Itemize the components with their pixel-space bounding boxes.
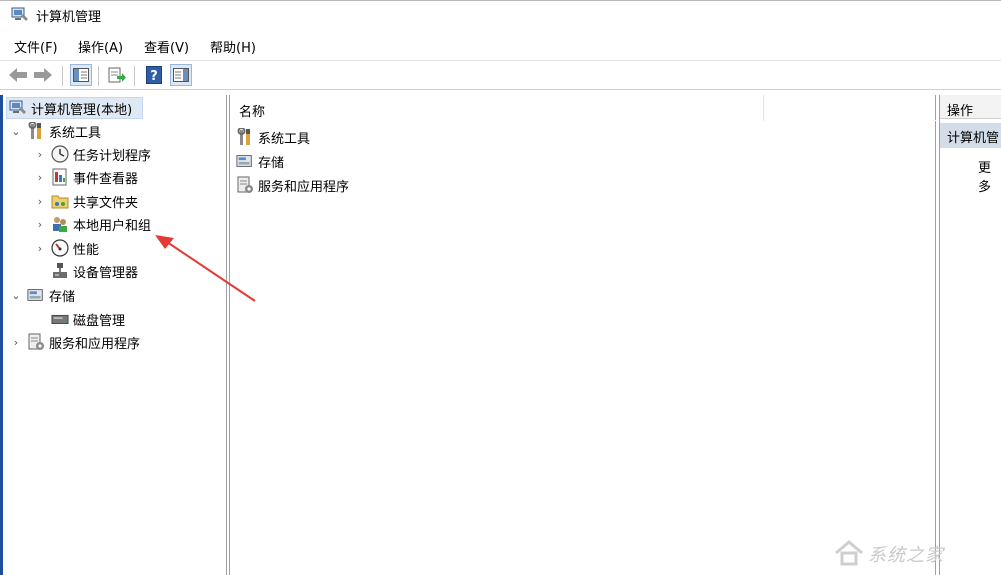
device-manager-icon	[51, 262, 69, 280]
show-hide-tree-icon	[73, 68, 89, 82]
chevron-right-icon[interactable]: ›	[33, 241, 47, 255]
column-header-name[interactable]: 名称	[239, 101, 265, 120]
tools-icon	[236, 128, 254, 146]
storage-icon	[27, 286, 45, 304]
menu-action[interactable]: 操作(A)	[78, 37, 123, 56]
help-button[interactable]: ?	[143, 64, 165, 86]
red-arrow-annotation	[155, 235, 256, 302]
services-icon	[236, 176, 254, 194]
menu-view[interactable]: 查看(V)	[144, 37, 189, 56]
export-list-icon	[108, 67, 126, 83]
toolbar: ?	[0, 60, 1001, 90]
shared-folder-icon	[51, 192, 69, 210]
toolbar-separator	[62, 66, 63, 86]
services-icon	[27, 333, 45, 351]
tree-item-computer-management[interactable]: 计算机管理(本地)	[6, 97, 143, 119]
export-list-button[interactable]	[106, 64, 128, 86]
tree-item-services-apps[interactable]: › 服务和应用程序	[9, 331, 140, 353]
list-item-label: 服务和应用程序	[258, 179, 350, 195]
list-item[interactable]: 服务和应用程序	[236, 174, 349, 196]
chevron-right-icon[interactable]: ›	[33, 170, 47, 184]
tree-item-shared-folders[interactable]: › 共享文件夹	[33, 190, 138, 212]
chevron-right-icon[interactable]: ›	[9, 335, 23, 349]
tree-item-local-users-groups[interactable]: › 本地用户和组	[33, 213, 151, 235]
tree-item-label: 共享文件夹	[73, 195, 139, 211]
tree-item-label: 存储	[49, 289, 76, 305]
chevron-right-icon[interactable]: ›	[33, 147, 47, 161]
svg-text:?: ?	[150, 69, 158, 84]
actions-header: 操作	[940, 95, 1001, 119]
show-hide-action-pane-icon	[173, 68, 189, 82]
chevron-down-icon[interactable]: ⌄	[9, 124, 23, 138]
disk-icon	[51, 310, 69, 328]
tree-item-system-tools[interactable]: ⌄ 系统工具	[9, 120, 101, 142]
tree-item-storage[interactable]: ⌄ 存储	[9, 284, 75, 306]
menu-bar: 文件(F) 操作(A) 查看(V) 帮助(H)	[0, 33, 1001, 57]
tree-item-label: 设备管理器	[73, 265, 139, 281]
tree-item-label: 服务和应用程序	[49, 336, 141, 352]
list-item-label: 存储	[258, 155, 285, 171]
show-hide-action-pane-button[interactable]	[170, 64, 192, 86]
performance-icon	[51, 239, 69, 257]
help-icon: ?	[146, 66, 162, 84]
list-item[interactable]: 存储	[236, 150, 284, 172]
storage-icon	[236, 152, 254, 170]
tree-item-device-manager[interactable]: 设备管理器	[47, 260, 138, 282]
house-logo-icon	[835, 540, 863, 566]
back-button[interactable]	[7, 64, 29, 86]
more-actions-link[interactable]: 更多	[978, 157, 1001, 195]
column-divider[interactable]	[763, 95, 764, 121]
title-bar: 计算机管理	[0, 0, 1001, 30]
menu-help[interactable]: 帮助(H)	[210, 37, 256, 56]
tools-icon	[27, 122, 45, 140]
console-tree: 计算机管理(本地) ⌄ 系统工具 › 任务计划程序 › 事件查看器 › 共享文件…	[3, 95, 227, 575]
watermark-logo: 系统之家	[828, 535, 998, 571]
actions-section-computer-management[interactable]: 计算机管	[940, 123, 1001, 148]
results-pane: 名称 系统工具 存储 服务和应用程序	[229, 95, 937, 575]
tree-item-label: 计算机管理(本地)	[31, 102, 133, 118]
back-arrow-icon	[9, 68, 27, 82]
list-item-label: 系统工具	[258, 131, 311, 147]
tree-item-task-scheduler[interactable]: › 任务计划程序	[33, 143, 151, 165]
tree-item-label: 任务计划程序	[73, 148, 152, 164]
toolbar-separator	[134, 66, 135, 86]
tree-item-performance[interactable]: › 性能	[33, 237, 99, 259]
toolbar-separator	[98, 66, 99, 86]
event-viewer-icon	[51, 168, 69, 186]
watermark-text: 系统之家	[868, 545, 944, 566]
tree-item-disk-management[interactable]: 磁盘管理	[47, 308, 125, 330]
column-header: 名称	[230, 95, 937, 121]
computer-management-icon	[9, 99, 27, 117]
chevron-down-icon[interactable]: ⌄	[9, 288, 23, 302]
tree-item-label: 性能	[73, 242, 100, 258]
tree-item-event-viewer[interactable]: › 事件查看器	[33, 166, 138, 188]
tree-item-label: 系统工具	[49, 125, 102, 141]
actions-pane: 操作 计算机管 更多	[939, 95, 1001, 575]
tree-item-label: 事件查看器	[73, 171, 139, 187]
forward-button[interactable]	[32, 64, 54, 86]
tree-item-label: 磁盘管理	[73, 313, 126, 329]
actions-header-label: 操作	[947, 104, 974, 119]
users-group-icon	[51, 215, 69, 233]
chevron-right-icon[interactable]: ›	[33, 194, 47, 208]
tree-item-label: 本地用户和组	[73, 218, 152, 234]
window-title: 计算机管理	[36, 10, 102, 25]
menu-file[interactable]: 文件(F)	[14, 37, 58, 56]
computer-management-icon	[11, 7, 28, 21]
show-hide-tree-button[interactable]	[70, 64, 92, 86]
actions-section-label: 计算机管	[947, 131, 1000, 146]
list-item[interactable]: 系统工具	[236, 126, 310, 148]
clock-icon	[51, 145, 69, 163]
chevron-right-icon[interactable]: ›	[33, 217, 47, 231]
forward-arrow-icon	[34, 68, 52, 82]
